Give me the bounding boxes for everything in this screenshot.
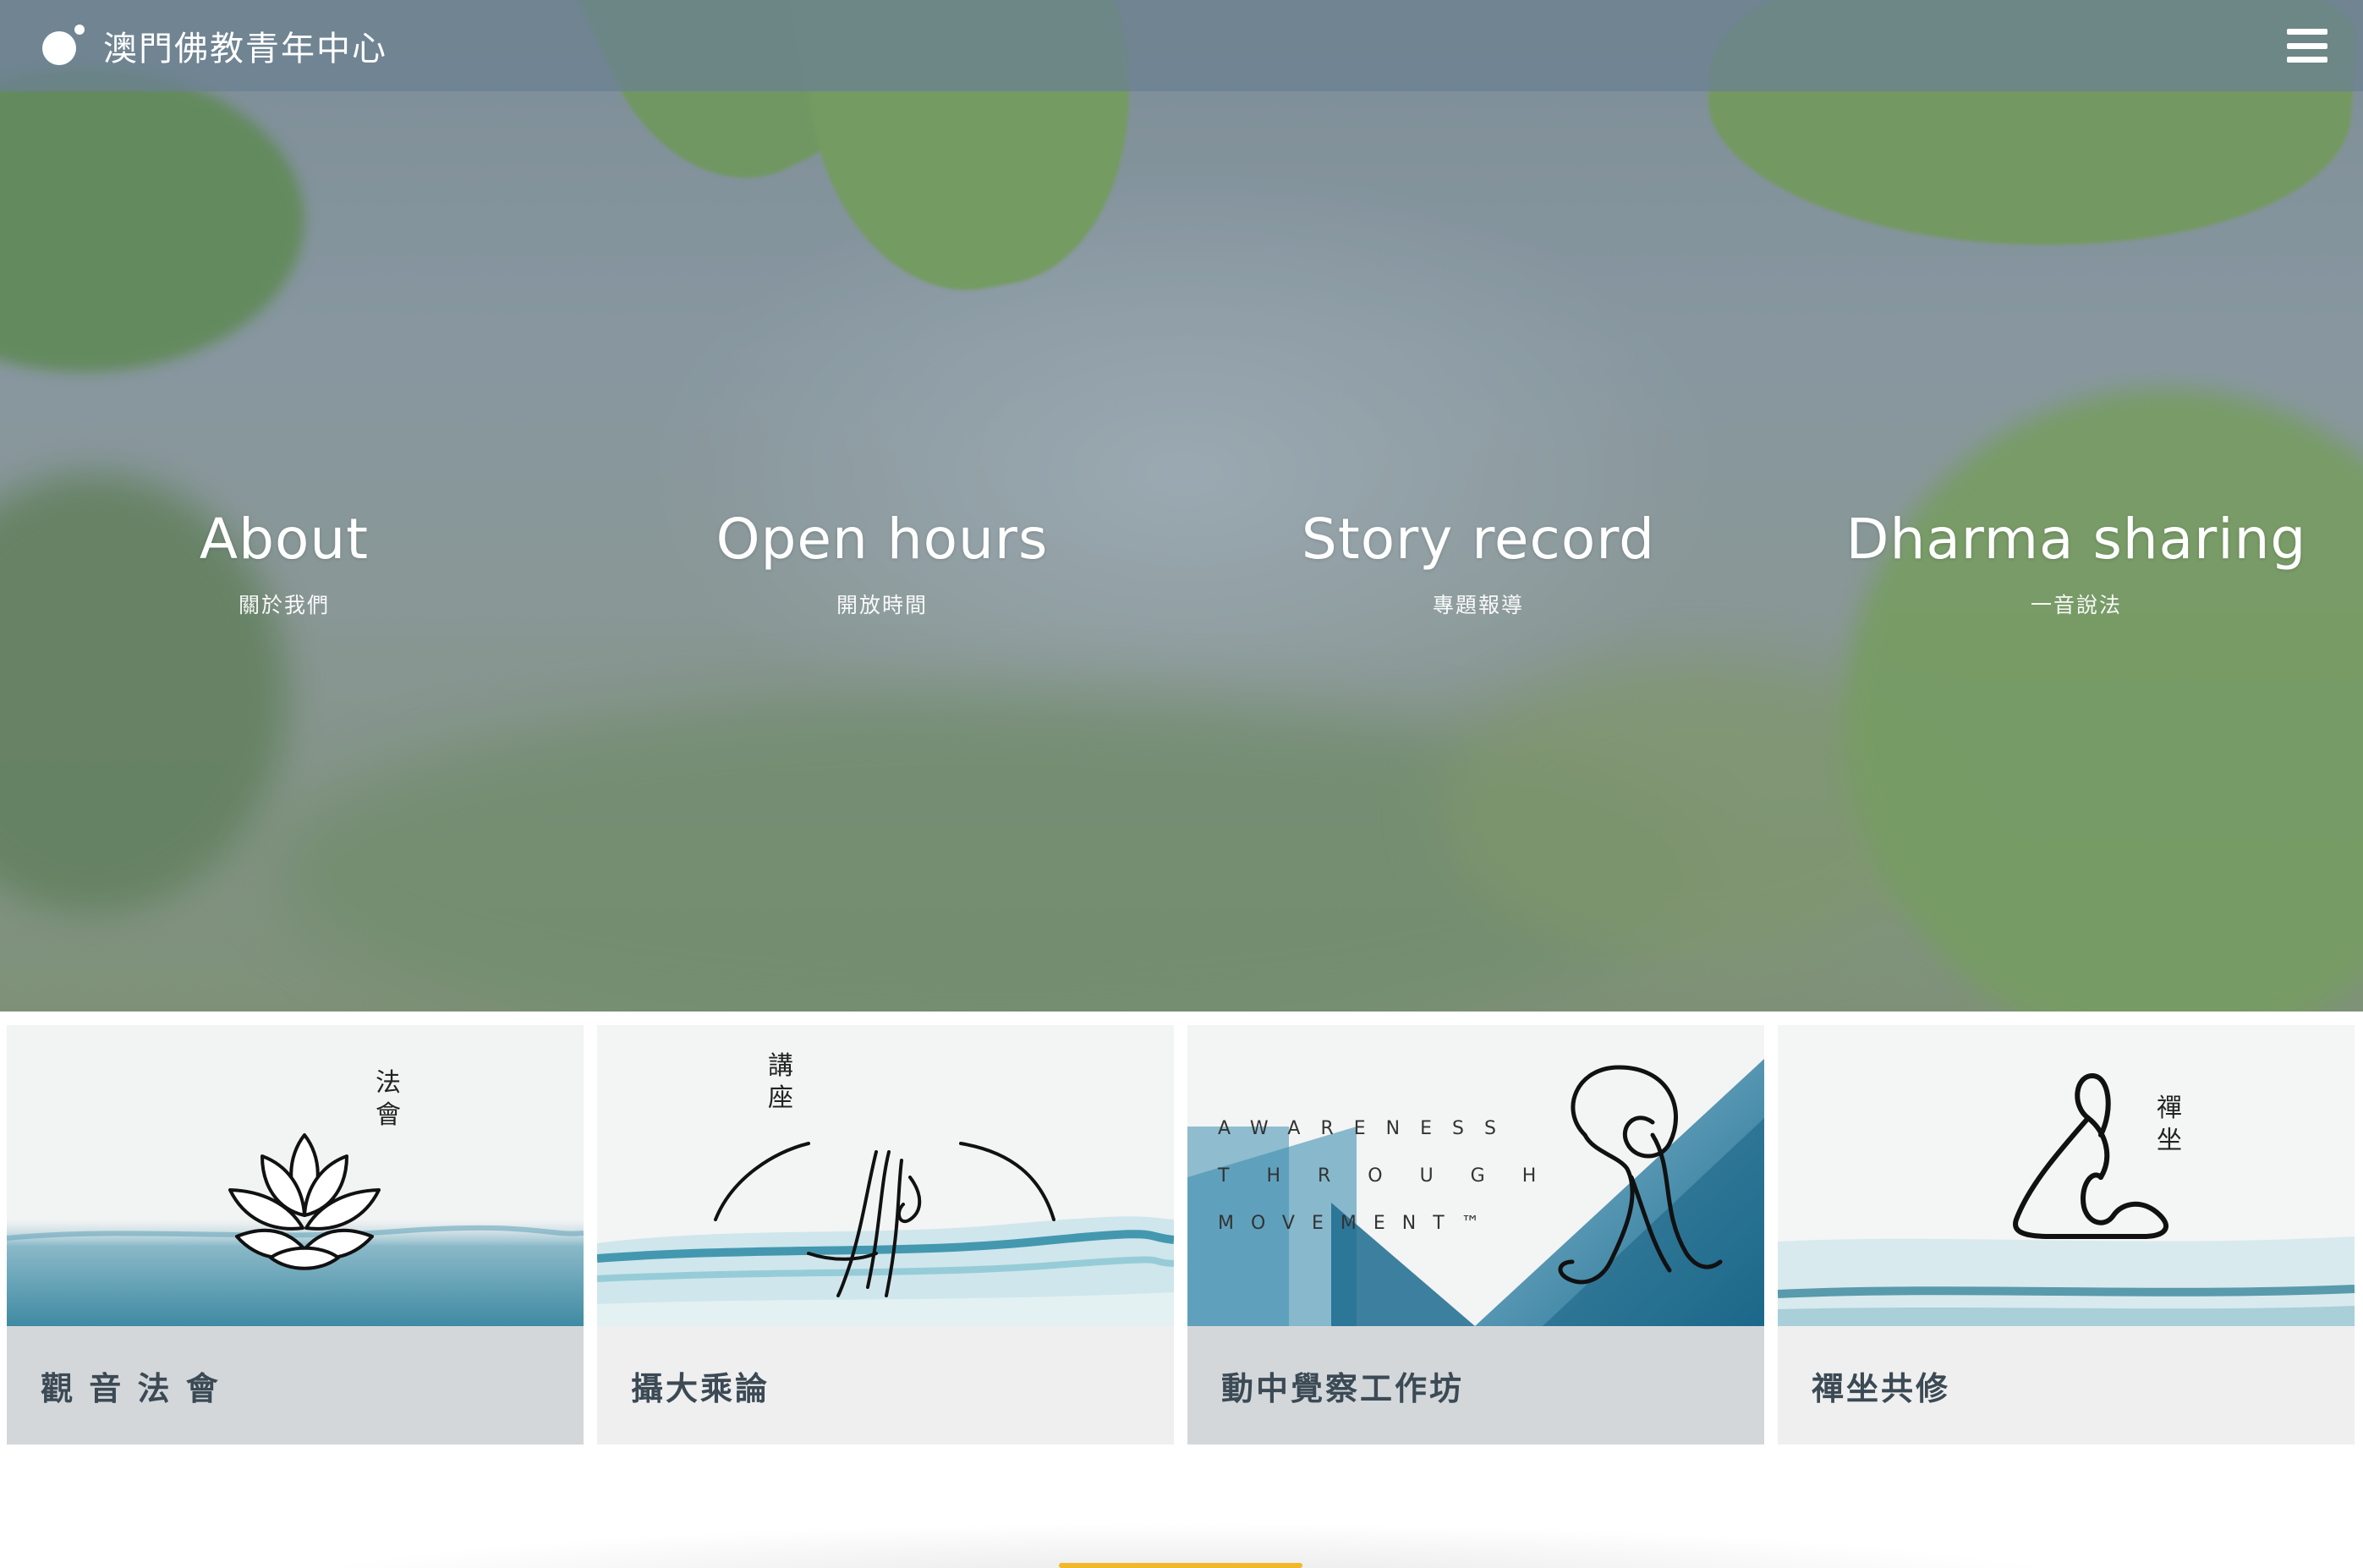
section-divider-shadow [254, 1522, 2114, 1568]
event-card-image: AWARENESS THROUGH MOVEMENT™ [1187, 1025, 1764, 1326]
mudra-hand-icon [714, 1142, 1055, 1297]
card-art-text: AWARENESS [1218, 1118, 1516, 1139]
hero-banner: About 關於我們 Open hours 開放時間 Story record … [0, 0, 2363, 1012]
nav-about-sublabel: 關於我們 [238, 592, 330, 617]
nav-about-label: About [199, 507, 370, 572]
nav-dharma-sharing-sublabel: 一音說法 [2030, 592, 2122, 617]
card-art-text: 座 [768, 1083, 793, 1113]
card-art-text: 禪 [2157, 1094, 2182, 1123]
event-card-image: 法 會 [7, 1025, 584, 1326]
meditation-figure-icon [2013, 1073, 2168, 1239]
circle-dot-logo-icon [42, 25, 85, 67]
nav-dharma-sharing[interactable]: Dharma sharing 一音說法 [1823, 507, 2330, 619]
event-card-title: 動中覺察工作坊 [1187, 1326, 1764, 1445]
brand-home-link[interactable]: 澳門佛教青年中心 [42, 21, 387, 70]
event-card-image: 禪 坐 [1778, 1025, 2355, 1326]
nav-about[interactable]: About 關於我們 [30, 507, 538, 619]
site-title: 澳門佛教青年中心 [103, 30, 387, 69]
event-card-meditation[interactable]: 禪 坐 禪坐共修 [1778, 1025, 2355, 1445]
event-card-title: 觀 音 法 會 [7, 1326, 584, 1445]
hamburger-icon[interactable] [2287, 29, 2327, 63]
event-card-title: 攝大乘論 [597, 1326, 1174, 1445]
card-art-text: MOVEMENT™ [1218, 1213, 1497, 1234]
page: About 關於我們 Open hours 開放時間 Story record … [0, 0, 2363, 1568]
event-card-movement[interactable]: AWARENESS THROUGH MOVEMENT™ 動中覺察工作坊 [1187, 1025, 1764, 1445]
event-card-title: 禪坐共修 [1778, 1326, 2355, 1445]
accent-strip [1059, 1563, 1302, 1568]
hero-nav: About 關於我們 Open hours 開放時間 Story record … [0, 507, 2363, 643]
card-art-text: 會 [376, 1100, 401, 1130]
nav-dharma-sharing-label: Dharma sharing [1845, 507, 2307, 572]
site-header: 澳門佛教青年中心 [0, 0, 2363, 91]
nav-story-record[interactable]: Story record 專題報導 [1225, 507, 1732, 619]
nav-story-record-sublabel: 專題報導 [1432, 592, 1524, 617]
nav-story-record-label: Story record [1301, 507, 1656, 572]
event-cards: 法 會 觀 音 法 會 講 座 攝大乘論 AWARENESS THROUGH M… [7, 1025, 2358, 1445]
nav-open-hours-label: Open hours [715, 507, 1049, 572]
card-art-text: THROUGH [1218, 1165, 1574, 1187]
card-art-text: 講 [768, 1051, 793, 1081]
card-art-text: 法 [376, 1068, 401, 1098]
event-card-guanyin[interactable]: 法 會 觀 音 法 會 [7, 1025, 584, 1445]
lotus-icon [228, 1133, 381, 1270]
event-card-image: 講 座 [597, 1025, 1174, 1326]
movement-figure-icon [1558, 1065, 1723, 1285]
nav-open-hours-sublabel: 開放時間 [836, 592, 928, 617]
card-art-text: 坐 [2157, 1126, 2182, 1155]
nav-open-hours[interactable]: Open hours 開放時間 [628, 507, 1136, 619]
event-card-mahayana[interactable]: 講 座 攝大乘論 [597, 1025, 1174, 1445]
